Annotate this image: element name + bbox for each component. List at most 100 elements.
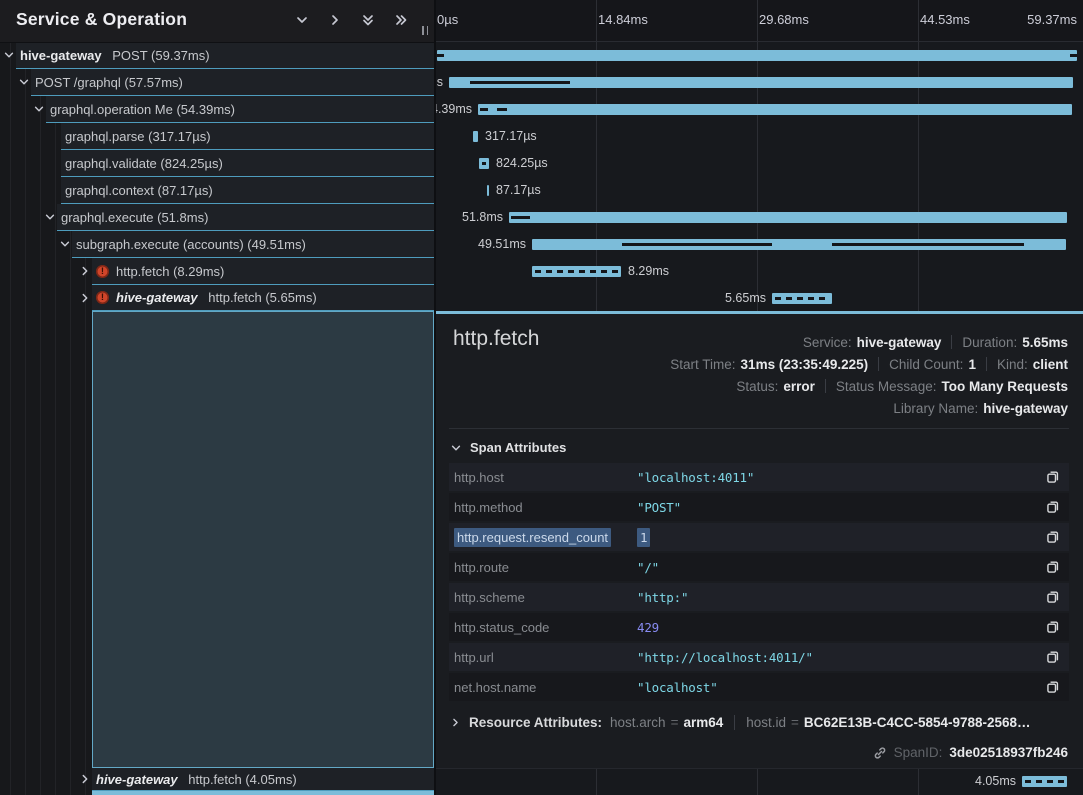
axis-tick-label: 44.53ms bbox=[920, 12, 970, 27]
attribute-key: http.host bbox=[454, 470, 637, 485]
chevron-right-icon[interactable] bbox=[328, 13, 342, 27]
child-span-segment bbox=[622, 243, 772, 246]
attribute-value: "localhost" bbox=[637, 680, 718, 695]
attribute-key-text: http.request.resend_count bbox=[454, 528, 611, 547]
chevron-down-icon[interactable] bbox=[59, 238, 71, 250]
attribute-value-selected: 1 bbox=[637, 528, 650, 547]
service-name: hive-gateway bbox=[96, 772, 181, 787]
span-tree-row[interactable]: graphql.validate (824.25µs) bbox=[61, 150, 434, 177]
attribute-row[interactable]: http.request.resend_count 1 bbox=[449, 523, 1069, 551]
child-span-segment bbox=[480, 108, 488, 111]
attribute-row[interactable]: http.method"POST" bbox=[449, 493, 1069, 521]
attribute-row[interactable]: http.status_code429 bbox=[449, 613, 1069, 641]
span-operation-label: http.fetch (5.65ms) bbox=[208, 290, 316, 305]
span-tree-row[interactable]: graphql.parse (317.17µs) bbox=[61, 123, 434, 150]
span-duration-bar[interactable] bbox=[509, 212, 1067, 223]
detail-divider bbox=[449, 428, 1069, 429]
attribute-key-text: http.route bbox=[454, 560, 509, 575]
chevron-down-icon[interactable] bbox=[33, 103, 45, 115]
attribute-row[interactable]: net.host.name"localhost" bbox=[449, 673, 1069, 701]
copy-icon[interactable] bbox=[1046, 560, 1060, 574]
span-tree-row[interactable]: hive-gateway http.fetch (4.05ms) bbox=[92, 768, 434, 791]
next-row-selection-strip bbox=[92, 791, 434, 795]
span-duration-label: 51.8ms bbox=[462, 204, 503, 231]
span-duration-bar[interactable] bbox=[437, 50, 1077, 61]
timeline-row: 87.17µs bbox=[436, 177, 1083, 204]
span-tree-row[interactable]: !hive-gateway http.fetch (5.65ms) bbox=[92, 285, 434, 311]
chevron-right-icon[interactable] bbox=[450, 717, 461, 728]
span-tree-row[interactable]: graphql.operation Me (54.39ms) bbox=[46, 96, 434, 123]
child-span-segment bbox=[482, 162, 486, 165]
timeline-row: 317.17µs bbox=[436, 123, 1083, 150]
span-duration-bar[interactable] bbox=[478, 104, 1072, 115]
detail-meta-line: Status:errorStatus Message:Too Many Requ… bbox=[736, 375, 1068, 397]
resource-equals: = bbox=[791, 715, 799, 730]
resize-handle-icon[interactable] bbox=[422, 26, 428, 35]
meta-label: Start Time: bbox=[670, 357, 735, 372]
copy-icon[interactable] bbox=[1046, 470, 1060, 484]
span-duration-bar[interactable] bbox=[772, 293, 832, 304]
attribute-key: http.request.resend_count bbox=[454, 530, 637, 545]
span-duration-bar[interactable] bbox=[487, 185, 489, 196]
meta-divider bbox=[986, 357, 987, 371]
span-tree-row[interactable]: graphql.context (87.17µs) bbox=[61, 177, 434, 204]
chevrons-down-icon[interactable] bbox=[361, 13, 375, 27]
detail-meta-line: Library Name:hive-gateway bbox=[893, 397, 1068, 419]
child-span-segment bbox=[497, 108, 507, 111]
attribute-value: "localhost:4011" bbox=[637, 470, 754, 485]
span-tree-row[interactable]: POST /graphql (57.57ms) bbox=[31, 69, 434, 96]
meta-value: Too Many Requests bbox=[941, 379, 1068, 394]
span-duration-label: 87.17µs bbox=[496, 177, 541, 204]
attribute-row[interactable]: http.url"http://localhost:4011/" bbox=[449, 643, 1069, 671]
span-detail-panel: http.fetch Service:hive-gatewayDuration:… bbox=[436, 311, 1083, 768]
meta-divider bbox=[878, 357, 879, 371]
panel-resize-divider[interactable] bbox=[434, 0, 436, 795]
span-operation-label: graphql.operation Me (54.39ms) bbox=[50, 102, 235, 117]
attribute-row[interactable]: http.route"/" bbox=[449, 553, 1069, 581]
span-duration-bar[interactable] bbox=[473, 131, 478, 142]
indent-guide bbox=[10, 42, 11, 795]
attribute-value: "http:" bbox=[637, 590, 688, 605]
span-operation-label: graphql.execute (51.8ms) bbox=[61, 210, 208, 225]
meta-label: Service: bbox=[803, 335, 852, 350]
copy-icon[interactable] bbox=[1046, 530, 1060, 544]
attribute-row[interactable]: http.scheme"http:" bbox=[449, 583, 1069, 611]
copy-icon[interactable] bbox=[1046, 620, 1060, 634]
timeline-panel: 0µs14.84ms29.68ms44.53ms59.37ms s4.39ms3… bbox=[436, 0, 1083, 795]
meta-label: Library Name: bbox=[893, 401, 978, 416]
child-span-segment bbox=[470, 81, 570, 84]
chevrons-right-icon[interactable] bbox=[394, 13, 408, 27]
chevron-right-icon[interactable] bbox=[79, 265, 91, 277]
attribute-key-text: http.method bbox=[454, 500, 523, 515]
span-operation-label: graphql.context (87.17µs) bbox=[65, 183, 213, 198]
span-duration-bar[interactable] bbox=[532, 266, 621, 277]
span-tree-row[interactable]: subgraph.execute (accounts) (49.51ms) bbox=[72, 231, 434, 258]
chevron-right-icon[interactable] bbox=[79, 292, 91, 304]
span-duration-label: 317.17µs bbox=[485, 123, 537, 150]
attribute-row[interactable]: http.host"localhost:4011" bbox=[449, 463, 1069, 491]
trace-viewer: hive-gateway POST (59.37ms)POST /graphql… bbox=[0, 0, 1083, 795]
chevron-down-icon[interactable] bbox=[295, 13, 309, 27]
span-tree-row[interactable]: graphql.execute (51.8ms) bbox=[57, 204, 434, 231]
gridline bbox=[918, 0, 919, 41]
attribute-key-text: http.status_code bbox=[454, 620, 549, 635]
attribute-key: net.host.name bbox=[454, 680, 637, 695]
chevron-down-icon[interactable] bbox=[3, 49, 15, 61]
chevron-right-icon[interactable] bbox=[79, 773, 91, 785]
span-tree-row[interactable]: !http.fetch (8.29ms) bbox=[92, 258, 434, 285]
copy-icon[interactable] bbox=[1046, 680, 1060, 694]
copy-icon[interactable] bbox=[1046, 500, 1060, 514]
span-operation-label: http.fetch (4.05ms) bbox=[188, 772, 296, 787]
span-tree-row[interactable]: hive-gateway POST (59.37ms) bbox=[16, 42, 434, 69]
copy-icon[interactable] bbox=[1046, 650, 1060, 664]
copy-icon[interactable] bbox=[1046, 590, 1060, 604]
meta-value: 5.65ms bbox=[1022, 335, 1068, 350]
selected-span-highlight bbox=[92, 311, 434, 768]
service-name: hive-gateway bbox=[20, 48, 105, 63]
attribute-key-text: http.url bbox=[454, 650, 494, 665]
chevron-down-icon[interactable] bbox=[18, 76, 30, 88]
span-duration-bar[interactable] bbox=[1022, 776, 1067, 787]
span-attributes-toggle[interactable]: Span Attributes bbox=[450, 440, 566, 455]
span-duration-label: s bbox=[437, 69, 443, 96]
chevron-down-icon[interactable] bbox=[44, 211, 56, 223]
